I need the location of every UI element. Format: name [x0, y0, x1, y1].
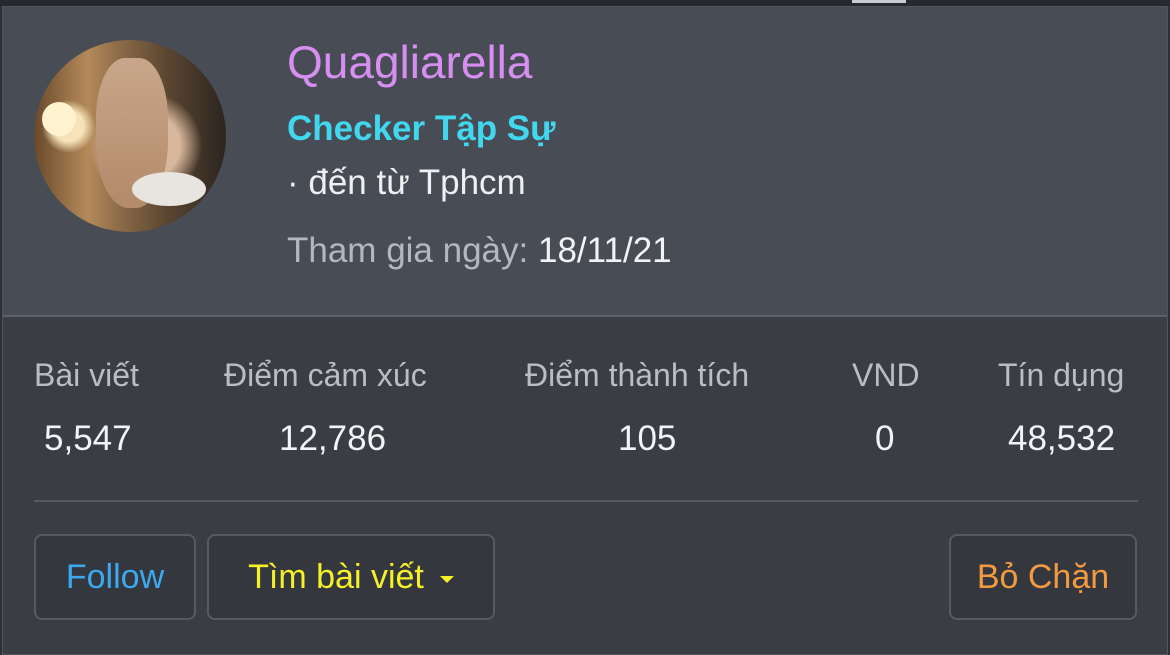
- user-location: · đến từ Tphcm: [287, 163, 526, 202]
- stat-label-achievements: Điểm thành tích: [525, 357, 750, 393]
- stat-value-reactions[interactable]: 12,786: [279, 419, 386, 459]
- stat-value-achievements[interactable]: 105: [618, 419, 676, 459]
- divider: [34, 500, 1138, 502]
- top-indicator: [852, 0, 906, 3]
- stat-value-credit: 48,532: [1008, 419, 1116, 458]
- member-header: Quagliarella Checker Tập Sự · đến từ Tph…: [3, 7, 1167, 317]
- stat-label-credit: Tín dụng: [998, 357, 1125, 393]
- joined-label: Tham gia ngày:: [287, 231, 529, 270]
- find-posts-label: Tìm bài viết: [248, 557, 424, 596]
- avatar[interactable]: [34, 40, 226, 232]
- avatar-lamp: [42, 102, 76, 136]
- user-title: Checker Tập Sự: [287, 109, 556, 148]
- follow-button[interactable]: Follow: [34, 534, 196, 620]
- member-card: Quagliarella Checker Tập Sự · đến từ Tph…: [2, 6, 1168, 655]
- unblock-button[interactable]: Bỏ Chặn: [949, 534, 1137, 620]
- avatar-chair: [132, 172, 206, 206]
- find-posts-button[interactable]: Tìm bài viết: [207, 534, 495, 620]
- stat-label-posts: Bài viết: [34, 357, 139, 393]
- stat-value-vnd: 0: [875, 419, 895, 458]
- caret-down-icon: [439, 575, 454, 583]
- stat-label-reactions: Điểm cảm xúc: [224, 357, 427, 393]
- stat-label-vnd: VND: [852, 357, 920, 393]
- joined-info: Tham gia ngày: 18/11/21: [287, 231, 672, 271]
- follow-button-label: Follow: [65, 557, 165, 596]
- stat-value-posts[interactable]: 5,547: [44, 419, 132, 459]
- unblock-button-label: Bỏ Chặn: [976, 557, 1110, 596]
- username[interactable]: Quagliarella: [287, 35, 532, 89]
- joined-date: 18/11/21: [537, 231, 672, 270]
